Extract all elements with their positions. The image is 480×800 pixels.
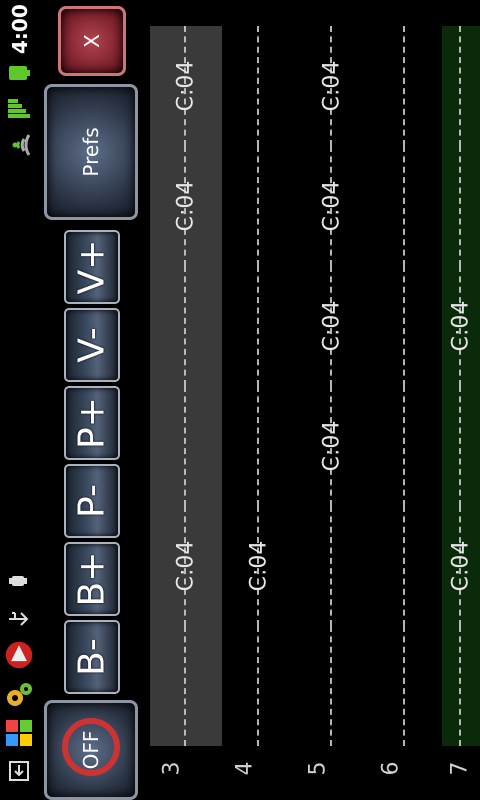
step-cell[interactable] <box>425 386 480 506</box>
step-cell[interactable] <box>425 626 480 746</box>
pattern-up-label: P+ <box>71 397 113 449</box>
app-notification-icon <box>4 640 34 670</box>
row-label-5: 5 <box>305 761 331 776</box>
step-cell[interactable]: C:04 <box>296 26 368 146</box>
bank-down-button[interactable]: B- <box>64 620 120 694</box>
status-bar: 4:00 <box>0 0 40 800</box>
track-column-5[interactable]: C:04 C:04 C:04 C:04 <box>296 26 368 746</box>
signal-icon <box>4 94 34 124</box>
note-label: C:04 <box>173 60 199 112</box>
step-cell[interactable] <box>223 26 295 146</box>
step-cell[interactable] <box>296 626 368 746</box>
settings-gears-icon <box>4 680 34 710</box>
bank-up-button[interactable]: B+ <box>64 542 120 616</box>
row-label-4: 4 <box>232 761 258 776</box>
note-label: C:04 <box>319 180 345 232</box>
volume-up-label: V+ <box>71 239 113 295</box>
note-label: C:04 <box>448 540 474 592</box>
step-cell[interactable] <box>150 266 222 386</box>
step-cell[interactable] <box>425 26 480 146</box>
note-label: C:04 <box>448 300 474 352</box>
note-label: C:04 <box>319 300 345 352</box>
windows-logo-icon <box>4 718 34 748</box>
step-cell[interactable]: C:04 <box>150 26 222 146</box>
row-label-7: 7 <box>447 761 473 776</box>
wifi-icon <box>4 130 34 160</box>
close-button[interactable]: X <box>58 6 126 76</box>
bank-up-label: B+ <box>71 551 113 607</box>
close-label: X <box>80 34 104 48</box>
track-column-3[interactable]: C:04 C:04 C:04 <box>150 26 222 746</box>
pattern-down-label: P- <box>71 484 113 518</box>
note-label: C:04 <box>319 60 345 112</box>
sequencer-grid: C:04 C:04 C:04 C:04 C:04 C:04 C:04 C:04 … <box>150 26 480 746</box>
step-cell[interactable] <box>223 386 295 506</box>
track-column-7[interactable]: C:04 C:04 <box>442 26 480 746</box>
android-debug-icon <box>4 566 34 596</box>
bank-down-label: B- <box>71 638 113 676</box>
step-cell[interactable]: C:04 <box>425 506 480 626</box>
prefs-label: Prefs <box>79 127 103 177</box>
step-cell[interactable]: C:04 <box>296 266 368 386</box>
note-label: C:04 <box>319 420 345 472</box>
battery-icon <box>4 58 34 88</box>
note-label: C:04 <box>246 540 272 592</box>
step-cell[interactable] <box>150 626 222 746</box>
track-column-4[interactable]: C:04 <box>223 26 295 746</box>
note-label: C:04 <box>173 180 199 232</box>
step-cell[interactable]: C:04 <box>425 266 480 386</box>
volume-up-button[interactable]: V+ <box>64 230 120 304</box>
step-cell[interactable] <box>296 506 368 626</box>
step-cell[interactable]: C:04 <box>223 506 295 626</box>
download-icon <box>4 756 34 786</box>
prefs-button[interactable]: Prefs <box>44 84 138 220</box>
step-cell[interactable] <box>223 146 295 266</box>
step-cell[interactable]: C:04 <box>296 146 368 266</box>
pattern-down-button[interactable]: P- <box>64 464 120 538</box>
row-label-6: 6 <box>378 761 404 776</box>
step-cell[interactable] <box>150 386 222 506</box>
power-off-label: OFF <box>79 730 103 770</box>
step-cell[interactable]: C:04 <box>150 146 222 266</box>
volume-down-label: V- <box>71 327 113 363</box>
volume-down-button[interactable]: V- <box>64 308 120 382</box>
pattern-up-button[interactable]: P+ <box>64 386 120 460</box>
step-cell[interactable]: C:04 <box>296 386 368 506</box>
note-label: C:04 <box>173 540 199 592</box>
step-cell[interactable] <box>223 626 295 746</box>
step-cell[interactable]: C:04 <box>150 506 222 626</box>
row-label-3: 3 <box>159 761 185 776</box>
usb-icon <box>4 604 34 634</box>
step-cell[interactable] <box>425 146 480 266</box>
step-cell[interactable] <box>223 266 295 386</box>
clock: 4:00 <box>8 4 32 54</box>
power-off-button[interactable]: OFF <box>44 700 138 800</box>
